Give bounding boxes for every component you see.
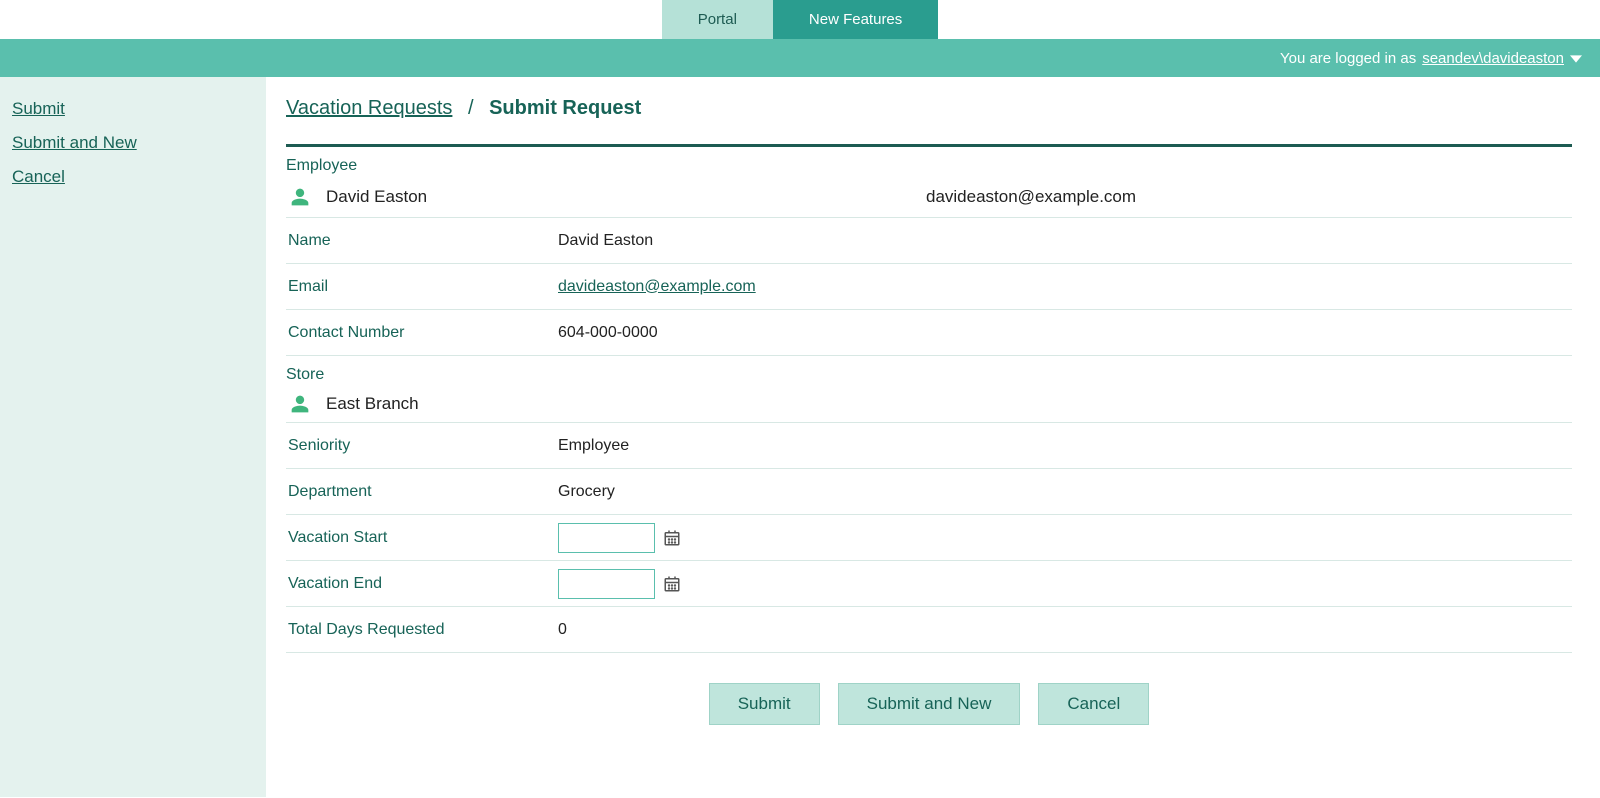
breadcrumb-separator: /: [468, 97, 474, 119]
value-department: Grocery: [558, 483, 615, 501]
form-top-rule: [286, 144, 1572, 147]
label-contact: Contact Number: [286, 324, 558, 342]
field-row-name: Name David Easton: [286, 218, 1572, 264]
value-store: East Branch: [326, 394, 419, 414]
value-name: David Easton: [558, 232, 653, 250]
calendar-icon[interactable]: [663, 575, 681, 593]
button-row: Submit Submit and New Cancel: [286, 683, 1572, 725]
sidebar-submit[interactable]: Submit: [12, 99, 254, 119]
value-email[interactable]: davideaston@example.com: [558, 278, 756, 295]
label-department: Department: [286, 483, 558, 501]
field-row-store: Store East Branch: [286, 366, 1572, 423]
value-seniority: Employee: [558, 437, 629, 455]
main-content: Vacation Requests / Submit Request Emplo…: [266, 77, 1600, 797]
label-vacation-end: Vacation End: [286, 575, 558, 593]
store-person-icon: [286, 394, 314, 414]
tab-new-features[interactable]: New Features: [773, 0, 938, 39]
cancel-button[interactable]: Cancel: [1038, 683, 1149, 725]
label-name: Name: [286, 232, 558, 250]
login-username[interactable]: seandev\davideaston: [1422, 50, 1564, 67]
login-prefix: You are logged in as: [1280, 50, 1416, 67]
login-dropdown-icon[interactable]: [1570, 50, 1582, 67]
sidebar-submit-and-new[interactable]: Submit and New: [12, 133, 254, 153]
label-store: Store: [286, 366, 1572, 384]
value-contact: 604-000-0000: [558, 324, 658, 342]
employee-name: David Easton: [326, 187, 926, 207]
calendar-icon[interactable]: [663, 529, 681, 547]
breadcrumb-parent[interactable]: Vacation Requests: [286, 97, 452, 119]
breadcrumb: Vacation Requests / Submit Request: [286, 97, 1572, 120]
field-row-total-days: Total Days Requested 0: [286, 607, 1572, 653]
person-icon: [286, 187, 314, 207]
label-seniority: Seniority: [286, 437, 558, 455]
label-total-days: Total Days Requested: [286, 621, 558, 639]
field-row-department: Department Grocery: [286, 469, 1572, 515]
input-vacation-start[interactable]: [558, 523, 655, 553]
employee-line: David Easton davideaston@example.com: [286, 181, 1572, 218]
top-tab-bar: Portal New Features: [0, 0, 1600, 39]
input-vacation-end[interactable]: [558, 569, 655, 599]
sidebar-cancel[interactable]: Cancel: [12, 167, 254, 187]
field-row-vacation-start: Vacation Start: [286, 515, 1572, 561]
submit-and-new-button[interactable]: Submit and New: [838, 683, 1021, 725]
login-bar: You are logged in as seandev\davideaston: [0, 39, 1600, 77]
field-row-contact: Contact Number 604-000-0000: [286, 310, 1572, 356]
employee-email: davideaston@example.com: [926, 187, 1136, 207]
value-total-days: 0: [558, 621, 567, 639]
label-vacation-start: Vacation Start: [286, 529, 558, 547]
submit-button[interactable]: Submit: [709, 683, 820, 725]
field-row-vacation-end: Vacation End: [286, 561, 1572, 607]
label-email: Email: [286, 278, 558, 296]
employee-section-label: Employee: [286, 157, 1572, 175]
sidebar: Submit Submit and New Cancel: [0, 77, 266, 797]
field-row-email: Email davideaston@example.com: [286, 264, 1572, 310]
field-row-seniority: Seniority Employee: [286, 423, 1572, 469]
tab-portal[interactable]: Portal: [662, 0, 773, 39]
breadcrumb-current: Submit Request: [489, 97, 641, 119]
